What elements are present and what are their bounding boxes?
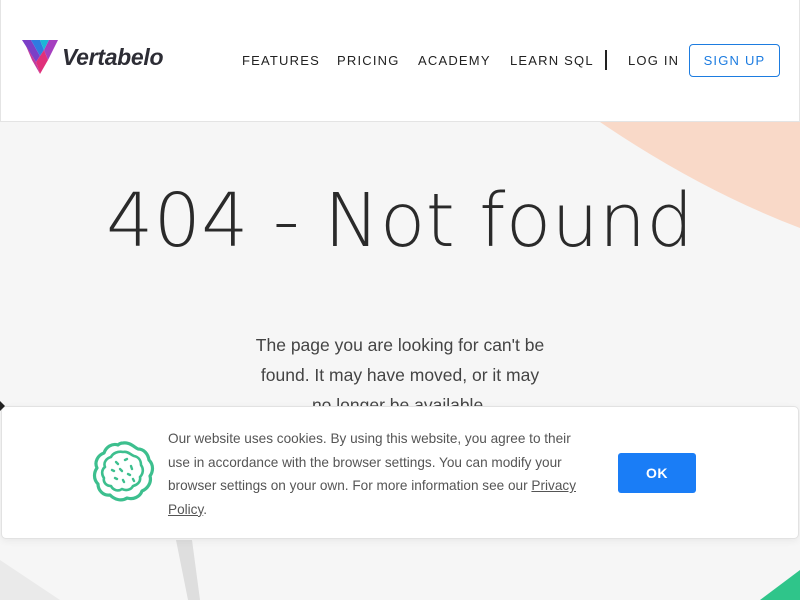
vertabelo-logo-icon [22,40,58,74]
nav-learn-sql[interactable]: LEARN SQL [510,53,594,68]
site-header: Vertabelo FEATURES PRICING ACADEMY LEARN… [0,0,800,122]
nav-pricing[interactable]: PRICING [337,53,400,68]
nav-academy[interactable]: ACADEMY [418,53,491,68]
page-title: 404 - Not found [106,178,694,264]
cookie-message: Our website uses cookies. By using this … [168,427,588,521]
brand-logo[interactable]: Vertabelo [22,40,164,74]
cookie-banner: Our website uses cookies. By using this … [1,406,799,539]
cookie-text: Our website uses cookies. By using this … [168,431,571,493]
nav-features[interactable]: FEATURES [242,53,320,68]
cookie-icon [92,441,155,502]
cookie-ok-button[interactable]: OK [618,453,696,493]
nav-divider [605,50,607,70]
cookie-trailing-period: . [203,501,208,517]
signup-button[interactable]: SIGN UP [689,44,780,77]
nav-login[interactable]: LOG IN [628,53,679,68]
brand-name: Vertabelo [62,43,164,70]
cursor-marker [0,401,5,411]
